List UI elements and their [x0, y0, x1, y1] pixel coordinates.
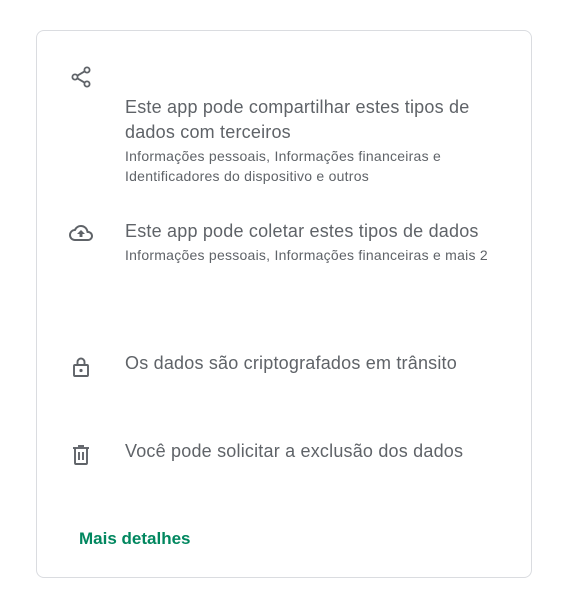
data-sharing-title: Este app pode compartilhar estes tipos d…	[125, 97, 470, 142]
data-safety-card: Este app pode compartilhar estes tipos d…	[36, 30, 532, 578]
data-collection-subtitle: Informações pessoais, Informações financ…	[125, 247, 488, 263]
data-collection-title: Este app pode coletar estes tipos de dad…	[125, 221, 479, 241]
data-sharing-text: Este app pode compartilhar estes tipos d…	[125, 95, 507, 186]
cloud-upload-icon	[67, 219, 95, 247]
trash-icon	[67, 441, 95, 469]
deletion-title: Você pode solicitar a exclusão dos dados	[125, 441, 464, 461]
encryption-title: Os dados são criptografados em trânsito	[125, 353, 457, 373]
data-collection-text: Este app pode coletar estes tipos de dad…	[125, 219, 507, 265]
data-sharing-subtitle: Informações pessoais, Informações financ…	[125, 148, 442, 184]
more-details-link[interactable]: Mais detalhes	[79, 527, 191, 551]
encryption-text: Os dados são criptografados em trânsito	[125, 351, 507, 376]
deletion-text: Você pode solicitar a exclusão dos dados	[125, 439, 507, 464]
share-icon	[67, 63, 95, 91]
lock-icon	[67, 353, 95, 381]
